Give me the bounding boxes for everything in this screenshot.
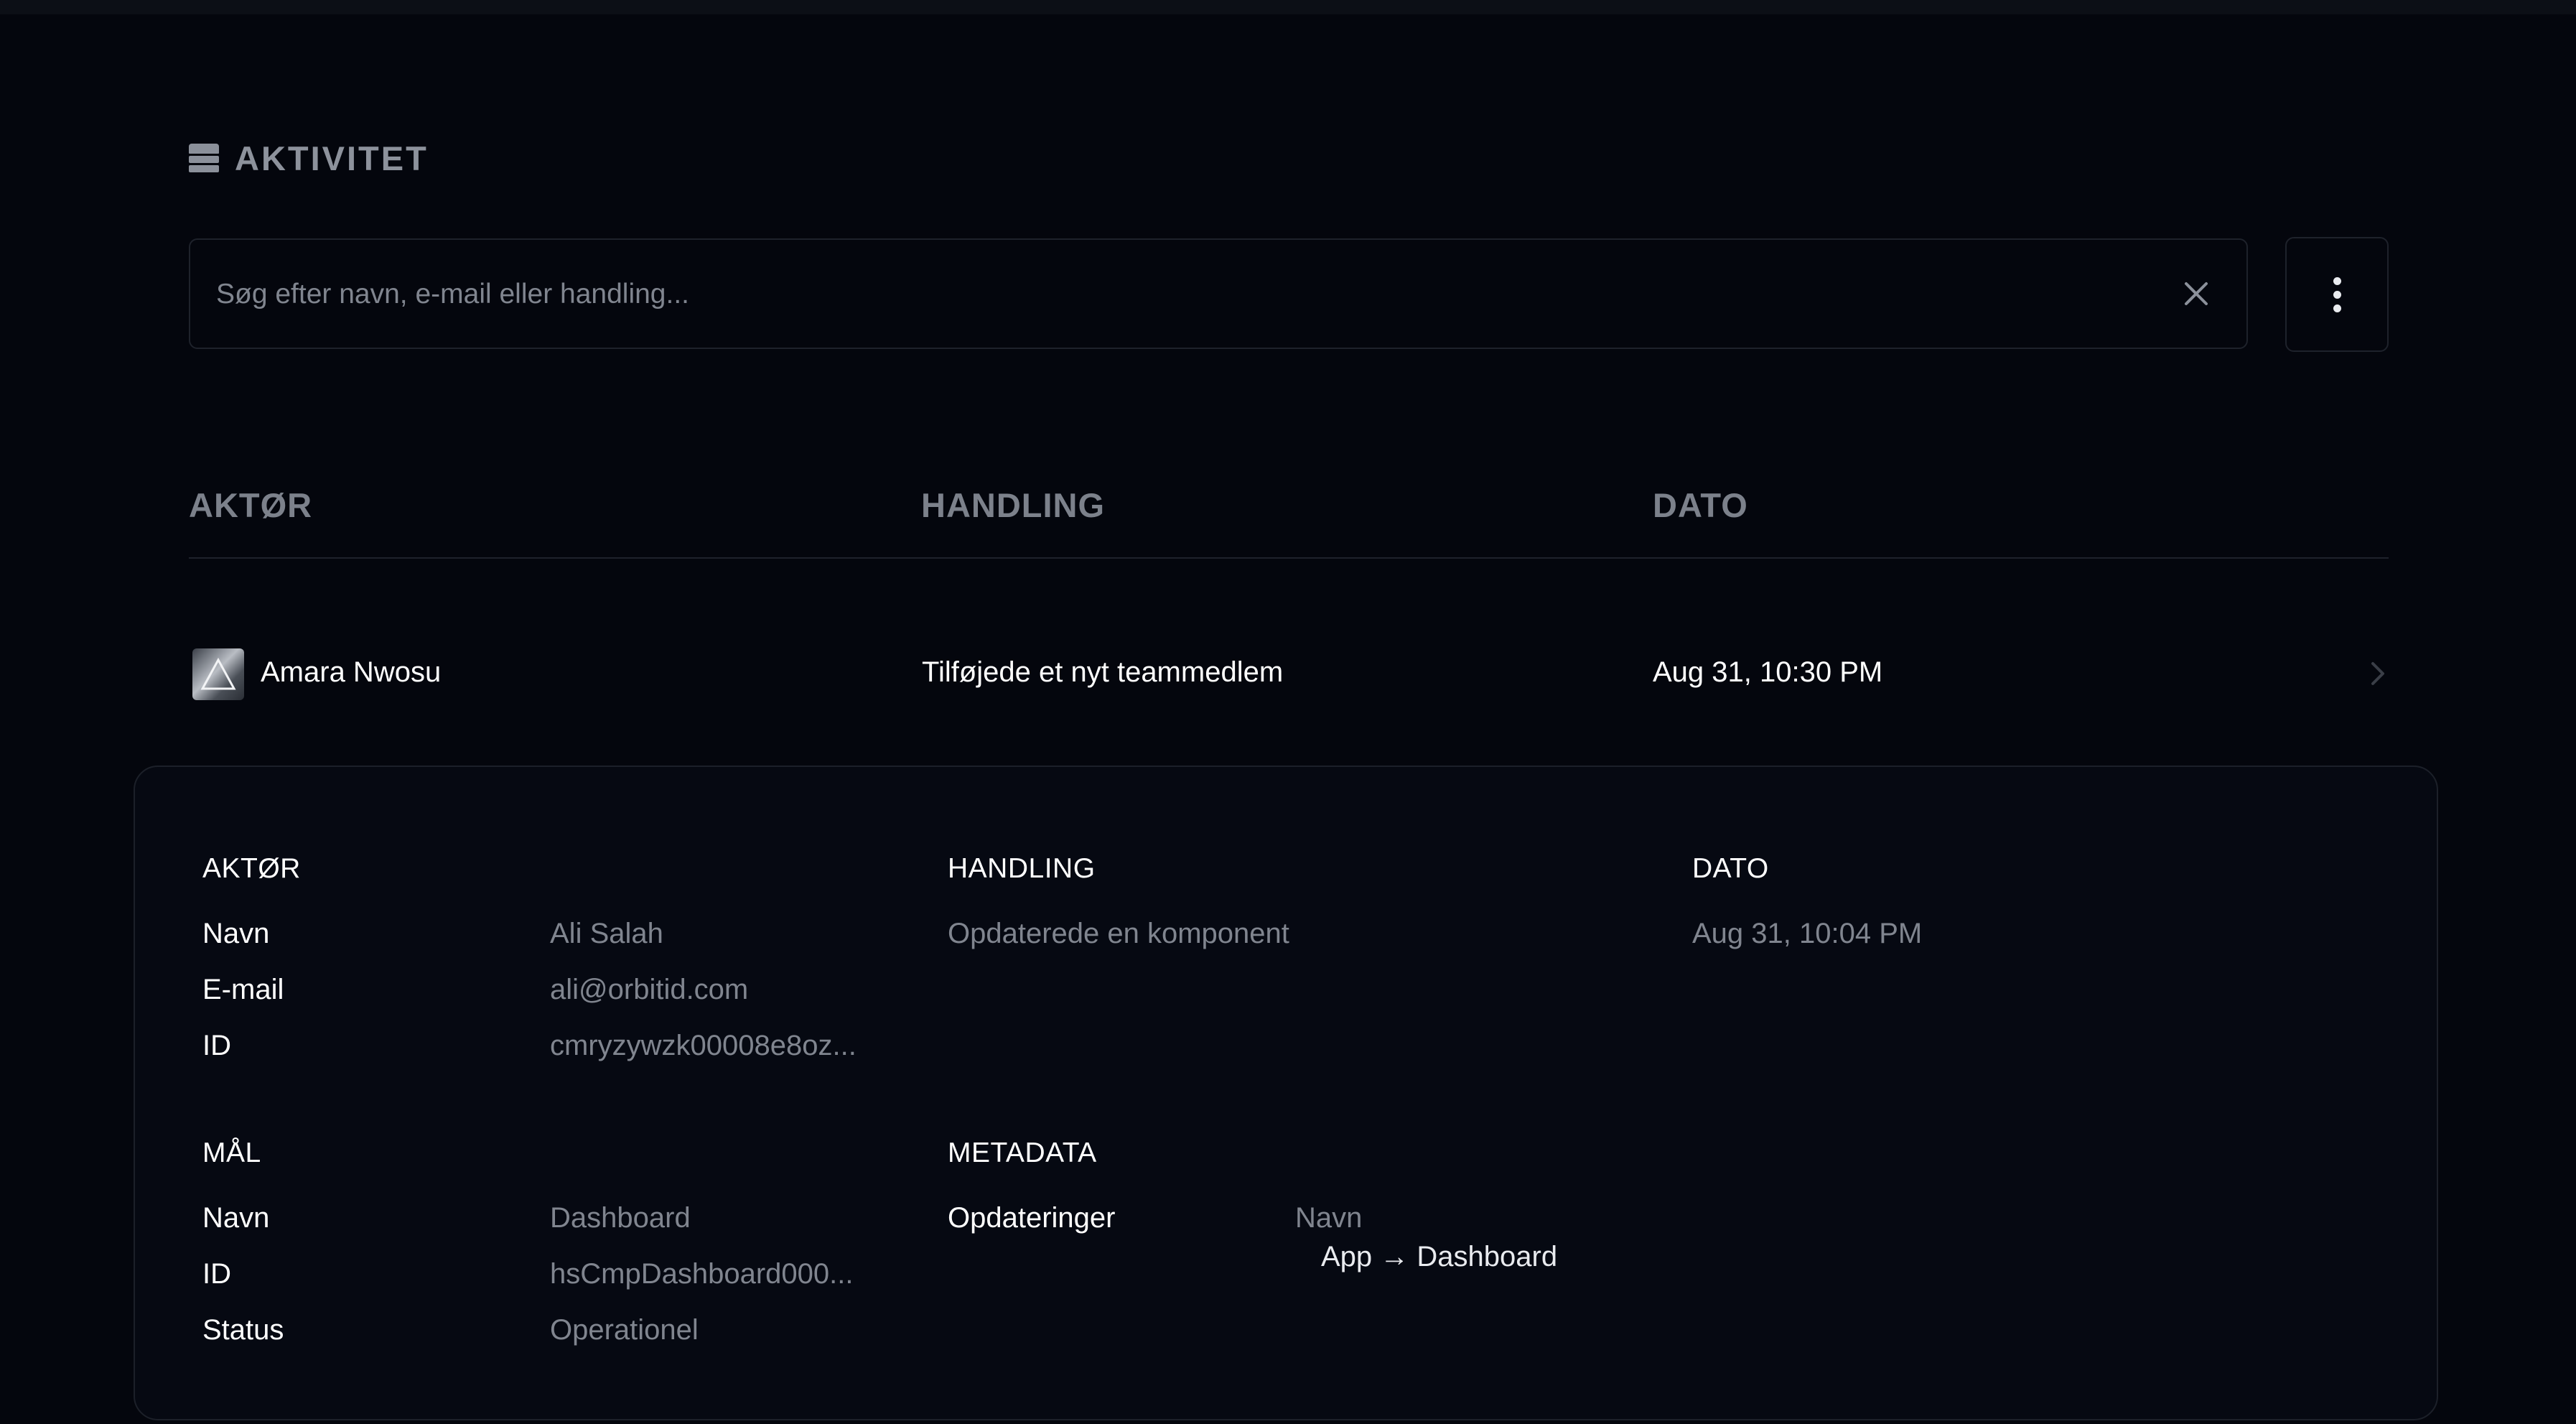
metadata-field-name: Navn — [1295, 1202, 1363, 1234]
header-divider — [189, 557, 2389, 559]
target-id-label: ID — [202, 1258, 231, 1290]
table-row[interactable]: Amara Nwosu Tilføjede et nyt teammedlem … — [189, 632, 2389, 715]
more-vertical-icon — [2333, 276, 2341, 312]
details-panel: AKTØR Navn Ali Salah E-mail ali@orbitid.… — [134, 765, 2438, 1420]
actor-id-value: cmryzywzk00008e8oz... — [550, 1030, 857, 1061]
actor-name-value: Ali Salah — [550, 918, 663, 949]
metadata-updates-label: Opdateringer — [948, 1202, 1116, 1234]
more-options-button[interactable] — [2285, 237, 2389, 352]
target-section-title: MÅL — [202, 1137, 261, 1168]
column-header-actor[interactable]: AKTØR — [189, 485, 312, 525]
row-actor: Amara Nwosu — [261, 656, 442, 688]
top-bar — [0, 0, 2576, 14]
date-value: Aug 31, 10:04 PM — [1692, 918, 1923, 949]
metadata-change-value: App → Dashboard — [1321, 1241, 1558, 1272]
target-name-value: Dashboard — [550, 1202, 691, 1234]
database-icon — [189, 144, 219, 172]
actor-name-label: Navn — [202, 918, 270, 949]
avatar — [192, 648, 244, 700]
column-header-action[interactable]: HANDLING — [921, 485, 1105, 525]
column-header-date[interactable]: DATO — [1653, 485, 1748, 525]
page-title: AKTIVITET — [235, 139, 429, 177]
target-status-label: Status — [202, 1314, 284, 1346]
target-status-value: Operationel — [550, 1314, 699, 1346]
metadata-section-title: METADATA — [948, 1137, 1097, 1168]
action-section-title: HANDLING — [948, 853, 1096, 884]
actor-email-value: ali@orbitid.com — [550, 974, 749, 1005]
activity-page: AKTIVITET AKTØR HANDLING DATO Amara Nwos… — [0, 14, 2576, 1424]
date-section-title: DATO — [1692, 853, 1769, 884]
actor-id-label: ID — [202, 1030, 231, 1061]
chevron-right-icon[interactable] — [2367, 658, 2389, 689]
target-id-value: hsCmpDashboard000... — [550, 1258, 854, 1290]
row-action: Tilføjede et nyt teammedlem — [922, 656, 1284, 688]
action-value: Opdaterede en komponent — [948, 918, 1289, 949]
search-box — [189, 238, 2248, 349]
row-date: Aug 31, 10:30 PM — [1653, 656, 1883, 688]
page-header: AKTIVITET — [189, 136, 429, 180]
close-icon[interactable] — [2182, 279, 2211, 308]
target-name-label: Navn — [202, 1202, 270, 1234]
actor-email-label: E-mail — [202, 974, 284, 1005]
actor-section-title: AKTØR — [202, 853, 301, 884]
search-input[interactable] — [215, 240, 2156, 349]
